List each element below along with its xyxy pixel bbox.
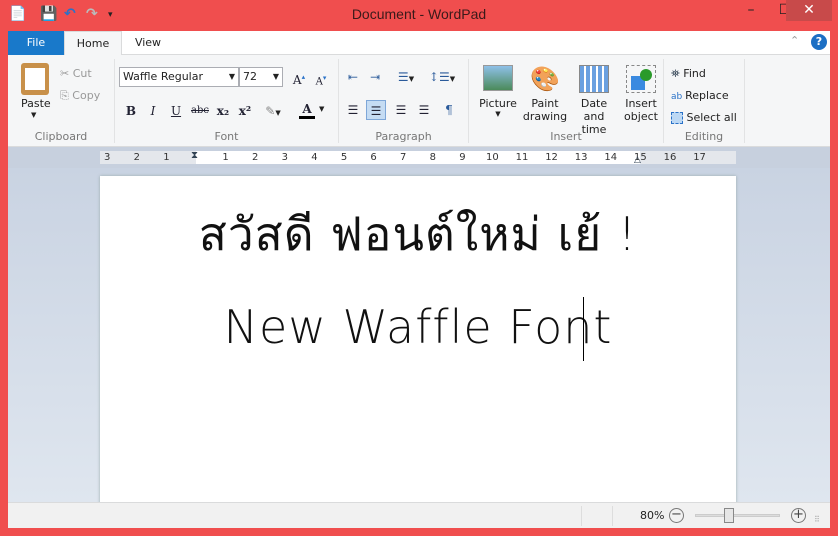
ruler-number: 5 [340, 152, 348, 163]
subscript-button[interactable]: x₂ [213, 101, 233, 121]
italic-button[interactable]: I [143, 101, 163, 121]
insert-label: Insert [550, 130, 582, 143]
replace-button[interactable]: ab Replace [671, 89, 729, 102]
clipboard-group: Paste ▼ ✂ Cut ⎘ Copy Clipboard [8, 59, 115, 143]
paragraph-group: ⇤ ⇥ ☰▼ ↕☰▼ ☰ ☰ ☰ ☰ ¶ Paragraph [339, 59, 469, 143]
minimize-button[interactable]: – [734, 0, 768, 21]
ruler-number: 9 [459, 152, 466, 163]
ruler-number: 3 [104, 152, 111, 163]
ruler-number: 2 [133, 152, 140, 163]
ruler[interactable]: 3 2 1 1 2 3 4 5 6 7 8 9 10 11 12 13 14 15 16 17 ⧗ △ [8, 147, 830, 168]
strikethrough-button[interactable]: abc [188, 101, 212, 121]
clipboard-label: Clipboard [34, 130, 88, 143]
ruler-number: 8 [429, 152, 436, 163]
highlight-color-icon[interactable]: ✎▼ [263, 101, 283, 121]
ruler-number: 10 [486, 152, 499, 163]
document-area: สวัสดี ฟอนต์ใหม่ เย้ ! New Waffle Font [8, 168, 830, 506]
close-button[interactable]: ✕ [786, 0, 832, 21]
ruler-number: 12 [545, 152, 558, 163]
ruler-number: 4 [311, 152, 318, 163]
picture-button[interactable]: Picture ▼ [475, 59, 521, 118]
cut-button[interactable]: ✂ Cut [60, 67, 92, 80]
help-icon[interactable]: ? [811, 34, 827, 50]
ruler-number: 2 [252, 152, 259, 163]
resize-grip-icon[interactable]: ⠿ [814, 515, 820, 524]
insert-object-button[interactable]: Insert object [619, 59, 663, 123]
line-spacing-icon[interactable]: ↕☰▼ [427, 67, 457, 87]
scissors-icon: ✂ [60, 67, 73, 80]
font-color-icon[interactable]: A [299, 99, 315, 119]
ruler-number: 1 [163, 152, 170, 163]
right-indent-marker-icon[interactable]: △ [634, 155, 641, 165]
grow-font-icon[interactable]: A▴ [289, 67, 309, 87]
window-title: Document - WordPad [351, 6, 487, 22]
underline-button[interactable]: U [166, 101, 186, 121]
zoom-out-button[interactable]: − [669, 508, 684, 523]
insert-group: Picture ▼ 🎨 Paint drawing Date and time Ins… [469, 59, 664, 143]
document-line-thai: สวัสดี ฟอนต์ใหม่ เย้ ! [198, 207, 638, 261]
paste-icon [21, 63, 49, 95]
zoom-slider[interactable] [695, 514, 780, 517]
collapse-ribbon-icon[interactable]: ⌃ [790, 34, 799, 47]
bullets-icon[interactable]: ☰▼ [391, 67, 421, 87]
select-all-icon [671, 112, 683, 124]
font-size-select[interactable]: 72 ▼ [239, 67, 283, 87]
ruler-number: 14 [604, 152, 618, 163]
ruler-number: 13 [574, 152, 588, 163]
tab-view[interactable]: View [122, 31, 174, 55]
document-line-english: New Waffle Font [223, 300, 613, 354]
picture-icon [483, 65, 513, 91]
zoom-level: 80% [640, 509, 665, 522]
ruler-number: 1 [222, 152, 229, 163]
document-page[interactable]: สวัสดี ฟอนต์ใหม่ เย้ ! New Waffle Font [100, 176, 736, 506]
justify-icon[interactable]: ☰ [414, 100, 434, 120]
ribbon-tabs: File Home View ⌃ ? [8, 31, 830, 56]
align-center-icon[interactable]: ☰ [366, 100, 386, 120]
binoculars-icon: ⛯ [671, 67, 684, 80]
object-icon [626, 65, 656, 93]
paint-drawing-button[interactable]: 🎨 Paint drawing [521, 59, 569, 123]
font-group: Waffle Regular ▼ 72 ▼ A▴ A▾ B I U abc x₂ x… [115, 59, 339, 143]
find-button[interactable]: ⛯ Find [671, 67, 706, 81]
editing-label: Editing [684, 130, 724, 143]
palette-icon: 🎨 [530, 65, 560, 93]
decrease-indent-icon[interactable]: ⇤ [343, 67, 363, 87]
title-bar: 📄 💾 ↶ ↷ ▾ Document - WordPad – ☐ ✕ [0, 0, 838, 31]
zoom-in-button[interactable]: + [791, 508, 806, 523]
ruler-number: 3 [281, 152, 288, 163]
font-family-select[interactable]: Waffle Regular ▼ [119, 67, 239, 87]
replace-icon: ab [671, 92, 686, 102]
align-right-icon[interactable]: ☰ [391, 100, 411, 120]
paragraph-label: Paragraph [375, 130, 432, 143]
zoom-slider-thumb[interactable] [724, 508, 734, 523]
select-all-button[interactable]: Select all [671, 111, 737, 124]
shrink-font-icon[interactable]: A▾ [311, 68, 331, 88]
ruler-number: 16 [663, 152, 677, 163]
tab-home[interactable]: Home [64, 31, 122, 56]
tab-file[interactable]: File [8, 31, 64, 55]
paste-button[interactable]: Paste [21, 97, 51, 110]
ruler-number: 17 [693, 152, 706, 163]
bold-button[interactable]: B [121, 101, 141, 121]
text-cursor [583, 297, 584, 361]
ruler-number: 7 [400, 152, 407, 163]
copy-button[interactable]: ⎘ Copy [60, 89, 100, 103]
font-label: Font [214, 130, 239, 143]
calendar-clock-icon [579, 65, 609, 93]
indent-marker-icon[interactable]: ⧗ [191, 150, 198, 161]
date-time-button[interactable]: Date and time [569, 59, 619, 136]
ruler-number: 6 [370, 152, 377, 163]
ribbon: Paste ▼ ✂ Cut ⎘ Copy Clipboard Waffle Re… [8, 55, 830, 147]
status-bar: 80% − + ⠿ [8, 502, 830, 528]
increase-indent-icon[interactable]: ⇥ [365, 67, 385, 87]
superscript-button[interactable]: x² [235, 101, 255, 121]
align-left-icon[interactable]: ☰ [343, 100, 363, 120]
paragraph-icon[interactable]: ¶ [439, 100, 459, 120]
editing-group: ⛯ Find ab Replace Select all Editing [664, 59, 745, 143]
ruler-number: 11 [515, 152, 529, 163]
copy-icon: ⎘ [60, 89, 73, 102]
